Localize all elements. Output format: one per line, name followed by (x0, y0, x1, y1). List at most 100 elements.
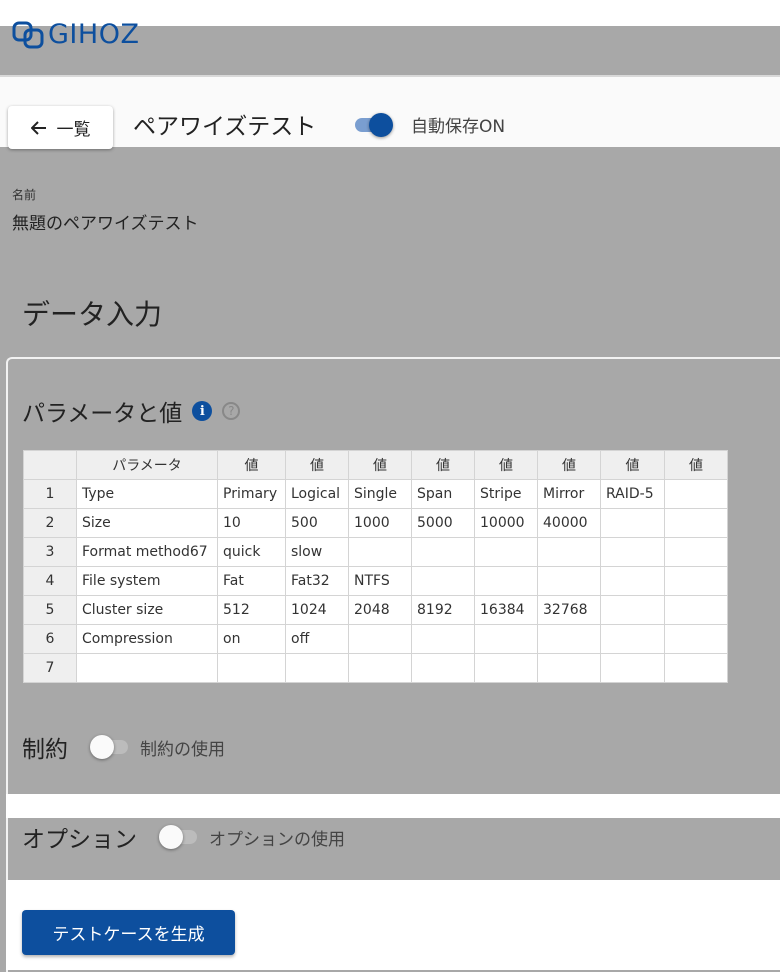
options-toggle-label: オプションの使用 (209, 829, 345, 850)
value-cell[interactable]: 10 (217, 508, 286, 538)
table-row: 1 Type Primary Logical Single Span Strip… (23, 479, 728, 509)
param-name-cell[interactable]: Cluster size (76, 595, 218, 625)
param-name-cell[interactable]: File system (76, 566, 218, 596)
value-cell[interactable]: Stripe (474, 479, 538, 509)
options-switch-track[interactable] (159, 825, 197, 849)
value-cell[interactable] (664, 595, 728, 625)
value-cell[interactable]: 10000 (474, 508, 538, 538)
row-number: 1 (23, 479, 77, 509)
params-title-text: パラメータと値 (22, 401, 183, 427)
value-cell[interactable] (600, 624, 665, 654)
back-to-list-button[interactable]: 一覧 (8, 106, 113, 149)
row-number: 2 (23, 508, 77, 538)
value-cell[interactable] (411, 624, 475, 654)
value-cell[interactable]: quick (217, 537, 286, 567)
value-cell[interactable] (285, 653, 349, 683)
value-cell[interactable] (411, 537, 475, 567)
value-cell[interactable] (411, 566, 475, 596)
value-cell[interactable]: 2048 (348, 595, 412, 625)
value-cell[interactable] (664, 537, 728, 567)
value-cell[interactable] (600, 653, 665, 683)
info-icon[interactable]: i (192, 401, 213, 421)
autosave-switch-track[interactable] (355, 112, 393, 137)
value-cell[interactable] (664, 624, 728, 654)
generate-test-cases-button[interactable]: テストケースを生成 (22, 910, 235, 955)
table-row: 7 (23, 653, 728, 683)
param-name-cell[interactable]: Format method67 (76, 537, 218, 567)
value-cell[interactable]: 1000 (348, 508, 412, 538)
value-cell[interactable] (348, 653, 412, 683)
value-cell[interactable] (474, 653, 538, 683)
value-cell[interactable]: Span (411, 479, 475, 509)
value-cell[interactable] (664, 479, 728, 509)
value-cell[interactable] (537, 537, 601, 567)
value-cell[interactable] (600, 508, 665, 538)
value-cell[interactable]: 8192 (411, 595, 475, 625)
value-cell[interactable]: 500 (285, 508, 349, 538)
value-cell[interactable] (537, 653, 601, 683)
options-row: オプション オプションの使用 (22, 820, 345, 854)
value-cell[interactable]: Mirror (537, 479, 601, 509)
value-cell[interactable] (664, 566, 728, 596)
value-cell[interactable]: Single (348, 479, 412, 509)
value-cell[interactable] (537, 624, 601, 654)
value-cell[interactable] (664, 653, 728, 683)
value-cell[interactable]: on (217, 624, 286, 654)
value-cell[interactable] (411, 653, 475, 683)
table-row: 3 Format method67 quick slow (23, 537, 728, 567)
value-cell[interactable]: NTFS (348, 566, 412, 596)
constraints-switch-track[interactable] (90, 735, 128, 759)
autosave-toggle[interactable]: 自動保存ON (355, 112, 505, 137)
value-cell[interactable]: RAID-5 (600, 479, 665, 509)
constraints-switch-knob[interactable] (90, 735, 114, 759)
row-number: 4 (23, 566, 77, 596)
param-name-cell[interactable]: Compression (76, 624, 218, 654)
value-cell[interactable] (537, 566, 601, 596)
param-name-cell[interactable] (76, 653, 218, 683)
value-cell[interactable]: Fat32 (285, 566, 349, 596)
value-cell[interactable]: Primary (217, 479, 286, 509)
constraints-toggle-label: 制約の使用 (140, 739, 225, 760)
value-cell[interactable] (600, 537, 665, 567)
options-toggle[interactable]: オプションの使用 (159, 825, 345, 850)
value-cell[interactable] (348, 624, 412, 654)
header-value: 値 (285, 450, 349, 480)
value-cell[interactable]: 32768 (537, 595, 601, 625)
name-field-value[interactable]: 無題のペアワイズテスト (12, 209, 199, 234)
autosave-switch-knob[interactable] (369, 112, 393, 137)
value-cell[interactable]: Logical (285, 479, 349, 509)
value-cell[interactable] (664, 508, 728, 538)
param-name-cell[interactable]: Type (76, 479, 218, 509)
options-switch-knob[interactable] (159, 825, 183, 849)
value-cell[interactable] (348, 537, 412, 567)
value-cell[interactable] (474, 537, 538, 567)
value-cell[interactable]: 5000 (411, 508, 475, 538)
value-cell[interactable]: Fat (217, 566, 286, 596)
value-cell[interactable] (600, 595, 665, 625)
constraints-toggle[interactable]: 制約の使用 (90, 735, 225, 760)
value-cell[interactable]: 512 (217, 595, 286, 625)
data-input-title: データ入力 (22, 298, 163, 331)
options-title: オプション (22, 827, 137, 853)
header-value: 値 (600, 450, 665, 480)
value-cell[interactable]: slow (285, 537, 349, 567)
value-cell[interactable]: off (285, 624, 349, 654)
params-grid: パラメータ 値 値 値 値 値 値 値 値 1 Type Primary Log… (23, 450, 728, 683)
help-icon[interactable]: ? (222, 402, 241, 420)
value-cell[interactable]: 16384 (474, 595, 538, 625)
value-cell[interactable] (474, 566, 538, 596)
param-name-cell[interactable]: Size (76, 508, 218, 538)
table-row: 5 Cluster size 512 1024 2048 8192 16384 … (23, 595, 728, 625)
value-cell[interactable]: 1024 (285, 595, 349, 625)
value-cell[interactable]: 40000 (537, 508, 601, 538)
row-number: 6 (23, 624, 77, 654)
gihoz-logo[interactable]: GIHOZ (12, 20, 139, 50)
constraints-row: 制約 制約の使用 (22, 730, 225, 764)
constraints-title: 制約 (22, 737, 68, 763)
table-row: 6 Compression on off (23, 624, 728, 654)
header-value: 値 (537, 450, 601, 480)
value-cell[interactable] (600, 566, 665, 596)
params-section-title: パラメータと値 i ? (22, 394, 241, 428)
value-cell[interactable] (474, 624, 538, 654)
value-cell[interactable] (217, 653, 286, 683)
